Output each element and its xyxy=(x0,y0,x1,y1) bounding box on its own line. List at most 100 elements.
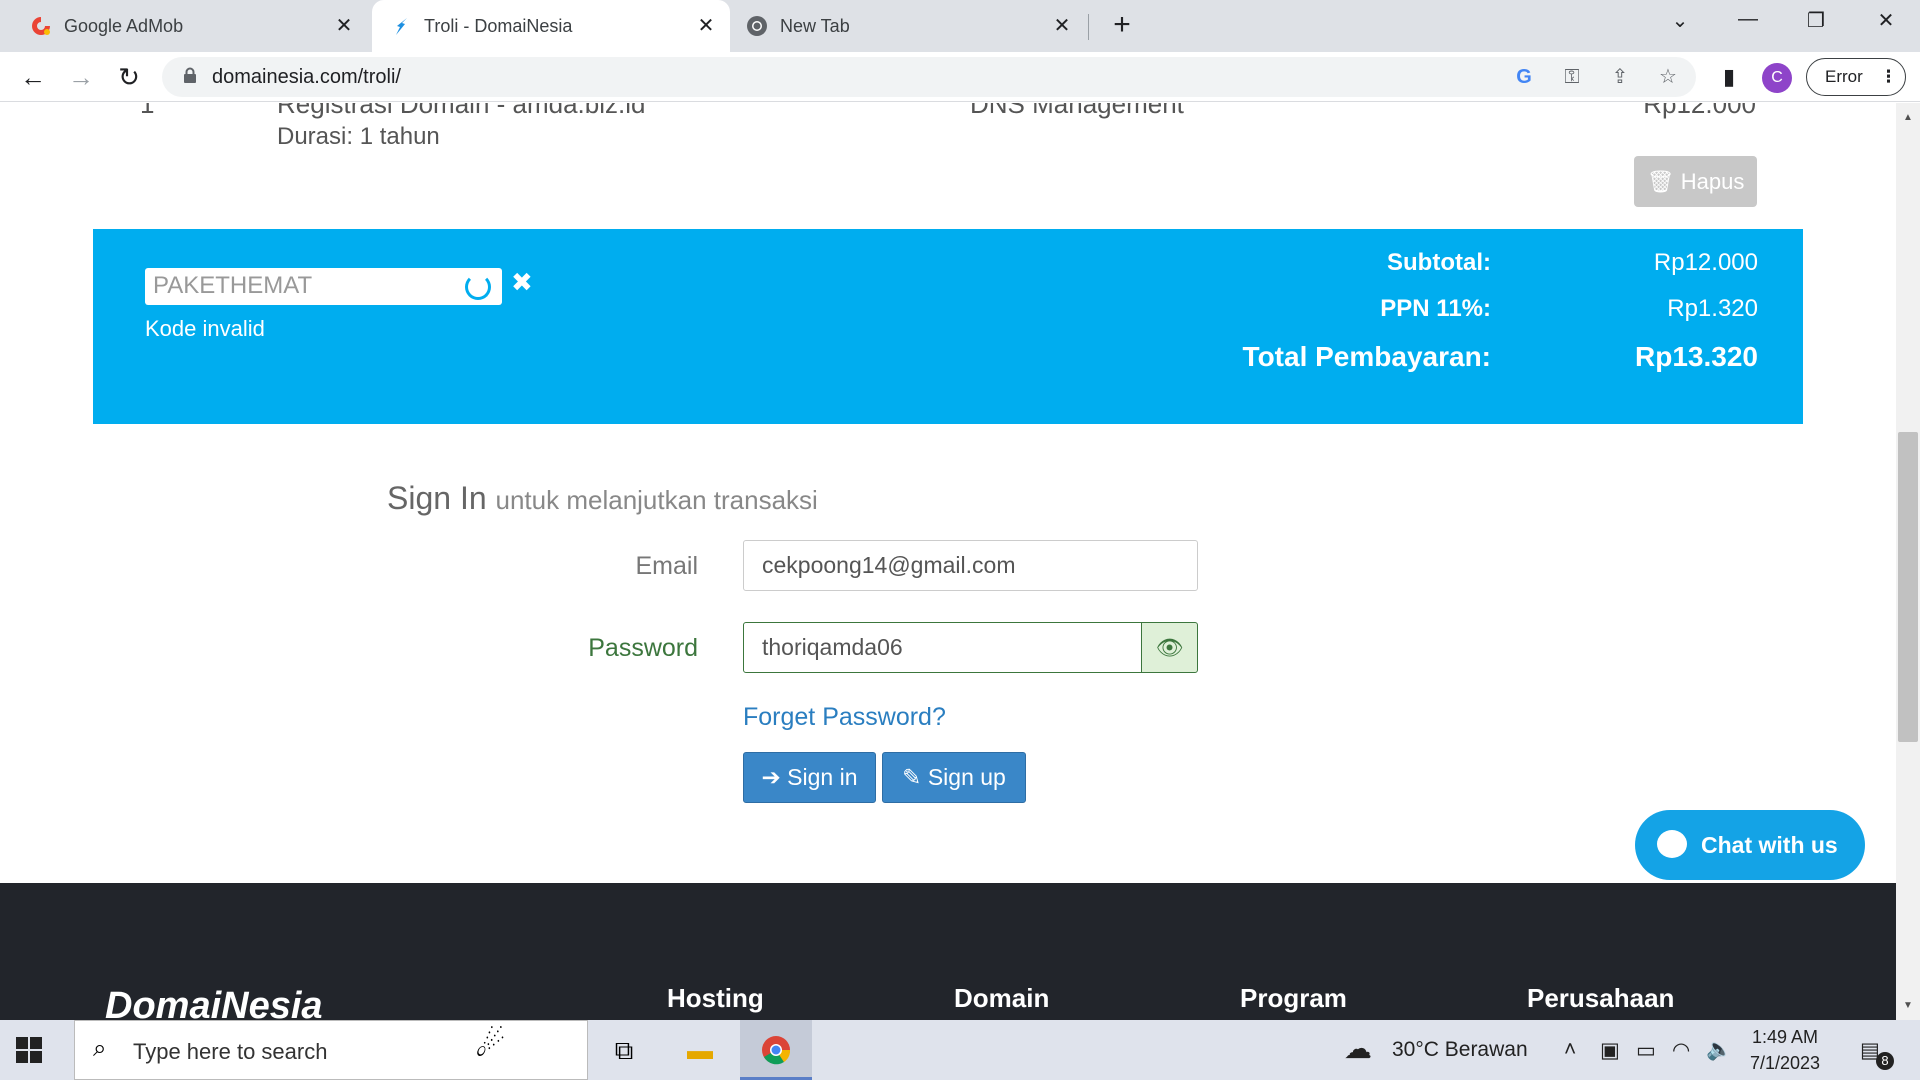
show-hidden-icons-icon[interactable]: ˄ xyxy=(1564,1038,1576,1062)
cart-item-type-cut: DNS Management xyxy=(970,103,1184,119)
key-icon[interactable]: ⚿ xyxy=(1560,65,1584,89)
password-field[interactable] xyxy=(743,622,1142,673)
total-value: Rp13.320 xyxy=(1635,341,1758,372)
close-tab-icon[interactable]: ✕ xyxy=(332,14,356,38)
domainesia-icon xyxy=(390,15,412,37)
forget-password-link[interactable]: Forget Password? xyxy=(743,703,946,732)
close-tab-icon[interactable]: ✕ xyxy=(1050,14,1074,38)
scroll-up-arrow-icon[interactable]: ▲ xyxy=(1900,112,1916,128)
volume-icon[interactable]: 🔈 xyxy=(1706,1038,1732,1062)
promo-code-input[interactable] xyxy=(153,272,453,300)
show-password-button[interactable]: 👁 xyxy=(1141,622,1198,673)
tax-label: PPN 11%: xyxy=(1380,295,1491,322)
address-bar[interactable]: domainesia.com/troli/ G ⚿ ⇪ ☆ xyxy=(162,57,1696,97)
chat-with-us-button[interactable]: Chat with us xyxy=(1635,810,1865,880)
search-icon: ⌕ xyxy=(93,1035,107,1062)
footer-heading-hosting: Hosting xyxy=(667,983,764,1013)
weather-text[interactable]: 30°C Berawan xyxy=(1392,1038,1528,1062)
task-view-icon[interactable]: ⧉ xyxy=(588,1020,660,1080)
tab-title: Google AdMob xyxy=(64,15,184,36)
footer-heading-program: Program xyxy=(1240,983,1347,1013)
eye-icon: 👁 xyxy=(1155,635,1184,660)
reload-icon[interactable]: ↻ xyxy=(112,60,146,94)
taskbar-search-placeholder: Type here to search xyxy=(133,1039,328,1064)
sign-in-button[interactable]: ➔ Sign in xyxy=(743,752,876,803)
close-tab-icon[interactable]: ✕ xyxy=(694,14,718,38)
battery-icon[interactable]: ▭ xyxy=(1636,1038,1656,1063)
subtotal-label: Subtotal: xyxy=(1387,249,1491,276)
site-footer: DomaiNesia Hosting Domain Program Perusa… xyxy=(0,883,1896,1020)
tab-separator xyxy=(1088,14,1089,40)
scroll-down-arrow-icon[interactable]: ▼ xyxy=(1900,1000,1916,1016)
side-panel-icon[interactable]: ▮ xyxy=(1712,60,1746,94)
signin-title: Sign In xyxy=(387,480,487,516)
email-field[interactable] xyxy=(743,540,1198,591)
page-viewport: 1 Registrasi Domain - amda.biz.id DNS Ma… xyxy=(0,103,1896,1020)
domainesia-logo[interactable]: DomaiNesia xyxy=(105,985,323,1020)
sign-in-icon: ➔ xyxy=(761,764,781,790)
clear-promo-icon[interactable]: ✖ xyxy=(511,267,533,298)
tab-search-chevron-icon[interactable]: ⌄ xyxy=(1660,8,1700,40)
footer-heading-perusahaan: Perusahaan xyxy=(1527,983,1675,1013)
browser-toolbar: ← → ↻ domainesia.com/troli/ G ⚿ ⇪ ☆ ▮ C … xyxy=(0,52,1920,102)
minimize-button[interactable]: — xyxy=(1728,8,1768,40)
total-label: Total Pembayaran: xyxy=(1242,341,1491,372)
loading-spinner-icon xyxy=(465,274,491,300)
bookmark-star-icon[interactable]: ☆ xyxy=(1656,65,1680,89)
password-label: Password xyxy=(588,634,698,662)
notification-count-badge: 8 xyxy=(1876,1052,1894,1070)
chat-label: Chat with us xyxy=(1701,832,1838,858)
promo-code-box xyxy=(145,268,502,305)
sign-up-label: Sign up xyxy=(927,764,1006,790)
meet-now-icon[interactable]: ▣ xyxy=(1600,1038,1620,1063)
search-highlight-icon: ☄ xyxy=(475,1026,506,1064)
subtotal-value: Rp12.000 xyxy=(1653,249,1758,276)
weather-cloud-icon[interactable]: ☁ xyxy=(1344,1032,1372,1065)
url-text[interactable]: domainesia.com/troli/ xyxy=(212,66,401,89)
edit-icon: ✎ xyxy=(902,764,922,790)
error-chip[interactable]: Error ⋮ xyxy=(1806,58,1906,96)
cart-item-duration: Durasi: 1 tahun xyxy=(277,123,440,150)
tax-value: Rp1.320 xyxy=(1667,295,1758,322)
windows-taskbar: ⌕ Type here to search ☄ ⧉ ▬ ☁ 30°C Beraw… xyxy=(0,1020,1920,1080)
sign-in-label: Sign in xyxy=(787,764,858,790)
tab-new-tab[interactable]: New Tab ✕ xyxy=(734,0,1086,52)
windows-start-icon[interactable] xyxy=(16,1037,42,1063)
taskbar-search-box[interactable]: ⌕ Type here to search ☄ xyxy=(74,1020,588,1080)
signin-heading: Sign In untuk melanjutkan transaksi xyxy=(387,480,818,517)
new-tab-button[interactable]: + xyxy=(1106,10,1138,42)
tab-title: Troli - DomaiNesia xyxy=(424,15,573,36)
profile-avatar[interactable]: C xyxy=(1762,63,1792,93)
clock-time[interactable]: 1:49 AM xyxy=(1752,1027,1818,1048)
remove-item-button[interactable]: 🗑 Hapus xyxy=(1634,156,1757,207)
error-label: Error xyxy=(1825,67,1863,86)
tab-title: New Tab xyxy=(780,15,850,36)
clock-date[interactable]: 7/1/2023 xyxy=(1750,1053,1820,1074)
trash-icon: 🗑 xyxy=(1646,169,1675,194)
chrome-taskbar-icon[interactable] xyxy=(740,1020,812,1080)
restore-button[interactable]: ❐ xyxy=(1796,8,1836,40)
close-window-button[interactable]: ✕ xyxy=(1866,8,1906,40)
tab-troli-domainesia[interactable]: Troli - DomaiNesia ✕ xyxy=(372,0,730,52)
chat-bubble-icon xyxy=(1657,830,1687,858)
forward-icon[interactable]: → xyxy=(64,60,98,94)
signin-subtitle: untuk melanjutkan transaksi xyxy=(495,485,818,515)
share-icon[interactable]: ⇪ xyxy=(1608,65,1632,89)
scrollbar-thumb[interactable] xyxy=(1898,432,1918,742)
wifi-icon[interactable]: ◠ xyxy=(1672,1038,1690,1063)
tab-google-admob[interactable]: Google AdMob ✕ xyxy=(18,0,368,52)
promo-error-message: Kode invalid xyxy=(145,316,265,341)
back-icon[interactable]: ← xyxy=(16,60,50,94)
google-lens-icon[interactable]: G xyxy=(1512,65,1536,89)
admob-icon xyxy=(30,15,52,37)
order-summary-panel: ✖ Kode invalid Subtotal: Rp12.000 PPN 11… xyxy=(93,229,1803,424)
footer-heading-domain: Domain xyxy=(954,983,1050,1013)
file-explorer-icon[interactable]: ▬ xyxy=(664,1020,736,1080)
cart-item-name-cut: Registrasi Domain - amda.biz.id xyxy=(277,103,646,119)
lock-icon[interactable] xyxy=(178,65,202,89)
cart-item-number-cut: 1 xyxy=(140,103,155,119)
remove-label: Hapus xyxy=(1680,169,1745,194)
sign-up-button[interactable]: ✎ Sign up xyxy=(882,752,1026,803)
browser-tab-strip: Google AdMob ✕ Troli - DomaiNesia ✕ New … xyxy=(0,0,1920,52)
more-vert-icon[interactable]: ⋮ xyxy=(1880,59,1897,94)
